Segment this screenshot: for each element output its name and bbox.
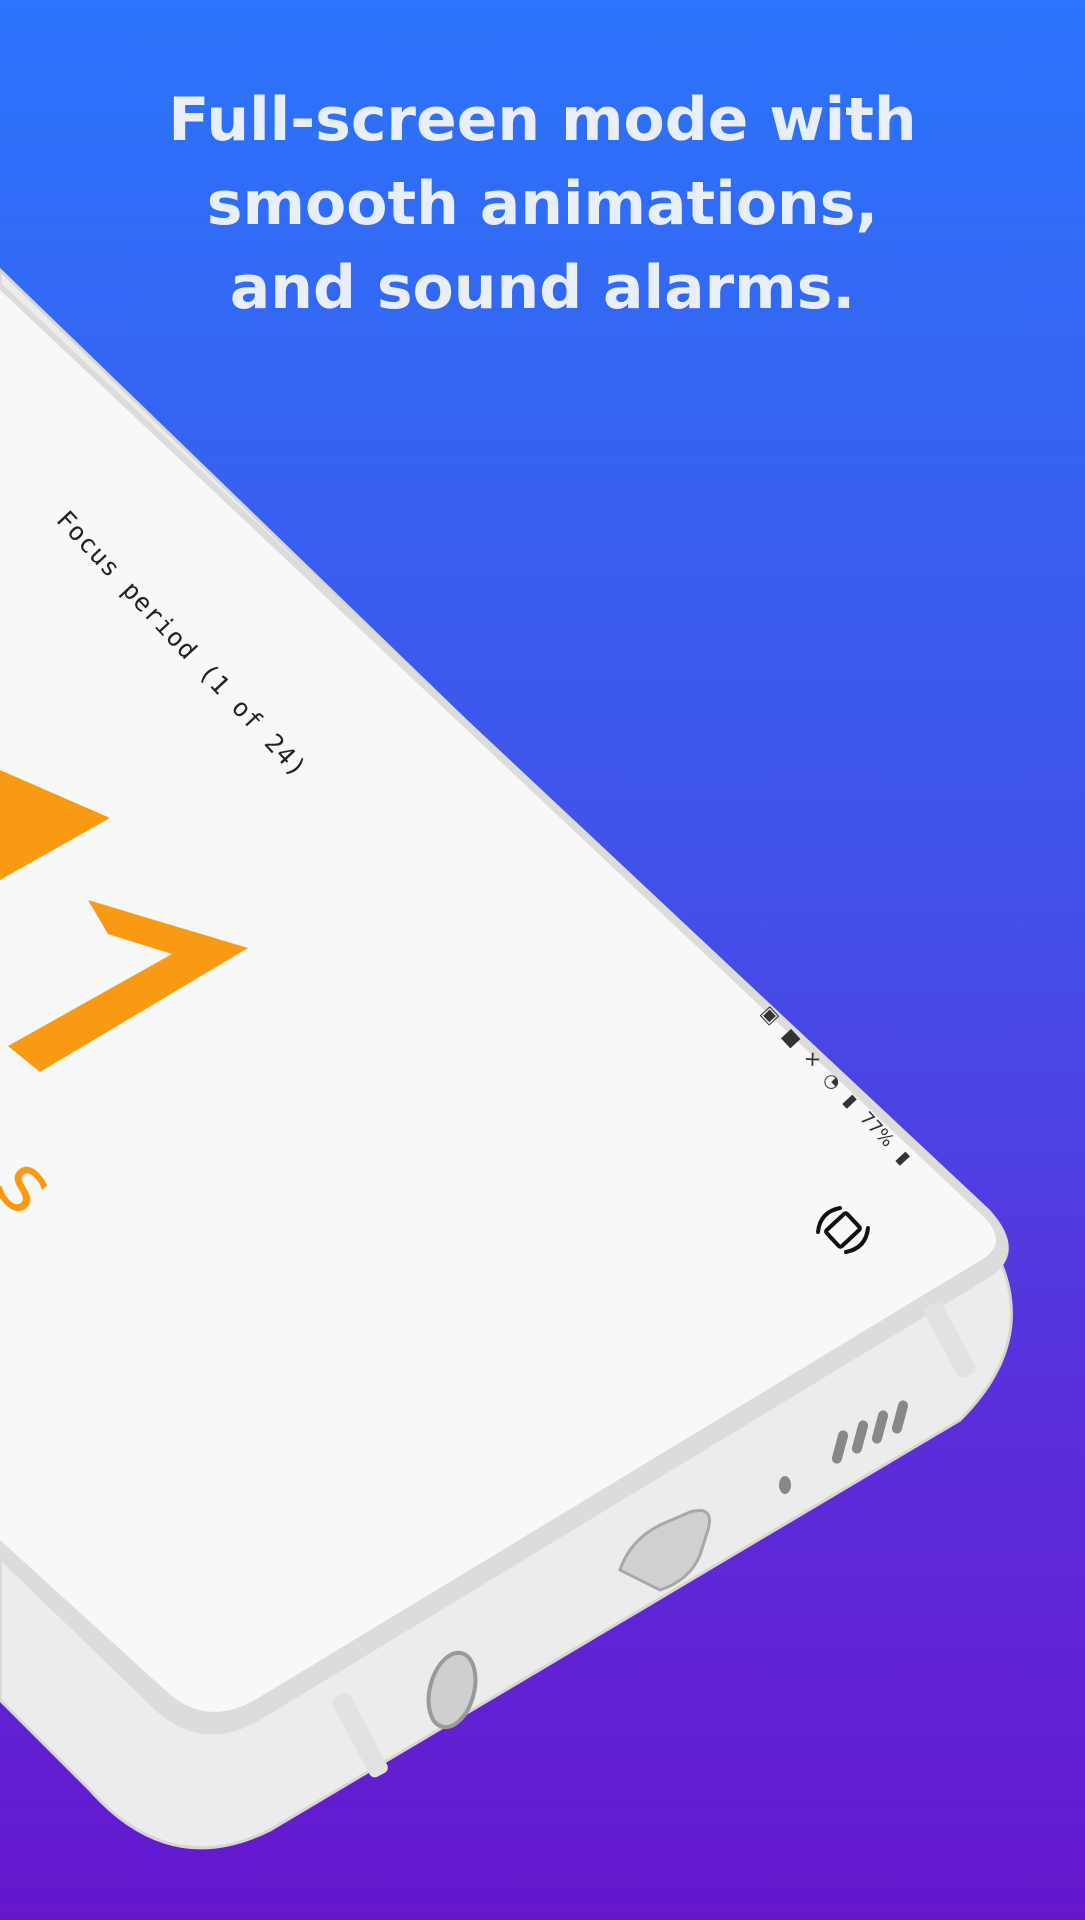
- rotate-screen-button[interactable]: [808, 1200, 878, 1260]
- screen-rotation-icon: [816, 1206, 870, 1254]
- microphone-hole: [779, 1476, 791, 1494]
- signal-icon: ▮: [839, 1090, 862, 1112]
- phone-mockup: [0, 267, 1013, 1850]
